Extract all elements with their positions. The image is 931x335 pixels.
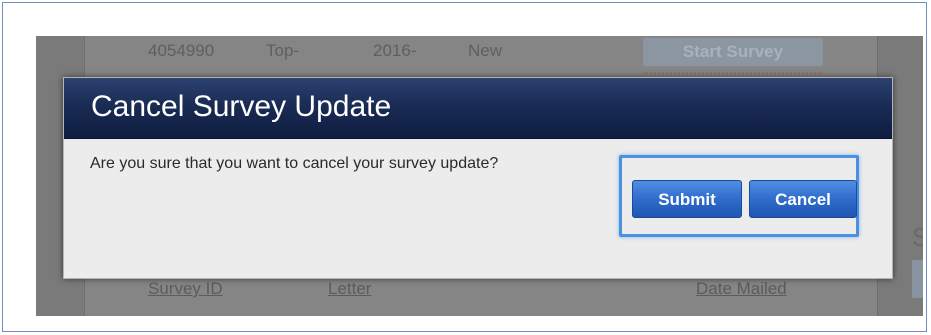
submit-button[interactable]: Submit bbox=[632, 180, 742, 218]
dialog-title: Cancel Survey Update bbox=[91, 90, 392, 123]
cancel-button[interactable]: Cancel bbox=[749, 180, 857, 218]
bg-status: New bbox=[468, 41, 503, 60]
bg-right-glyph: S bbox=[912, 222, 923, 252]
background-table-header: Survey ID Letter Date Mailed bbox=[148, 276, 878, 306]
bg-right-partial-widget: S bbox=[912, 222, 923, 302]
dialog-message: Are you sure that you want to cancel you… bbox=[90, 155, 499, 172]
bg-header-survey-id: Survey ID bbox=[148, 279, 223, 298]
bg-right-partial-button bbox=[912, 260, 923, 298]
bg-header-letter: Letter bbox=[328, 279, 372, 298]
bg-survey-id: 4054990 bbox=[148, 41, 215, 60]
dialog-header: Cancel Survey Update bbox=[64, 78, 892, 139]
cancel-survey-dialog: Cancel Survey Update Are you sure that y… bbox=[63, 77, 893, 279]
dialog-button-group: Submit Cancel bbox=[619, 155, 859, 237]
bg-date: 2016- bbox=[373, 41, 417, 60]
bg-start-survey-button: Start Survey bbox=[643, 38, 823, 66]
bg-letter: Top- bbox=[266, 41, 300, 60]
screenshot-frame: 4054990 Top- 2016- New Start Survey Surv… bbox=[2, 2, 927, 332]
bg-header-date-mailed: Date Mailed bbox=[696, 279, 787, 298]
bg-dotted-divider bbox=[643, 72, 823, 74]
